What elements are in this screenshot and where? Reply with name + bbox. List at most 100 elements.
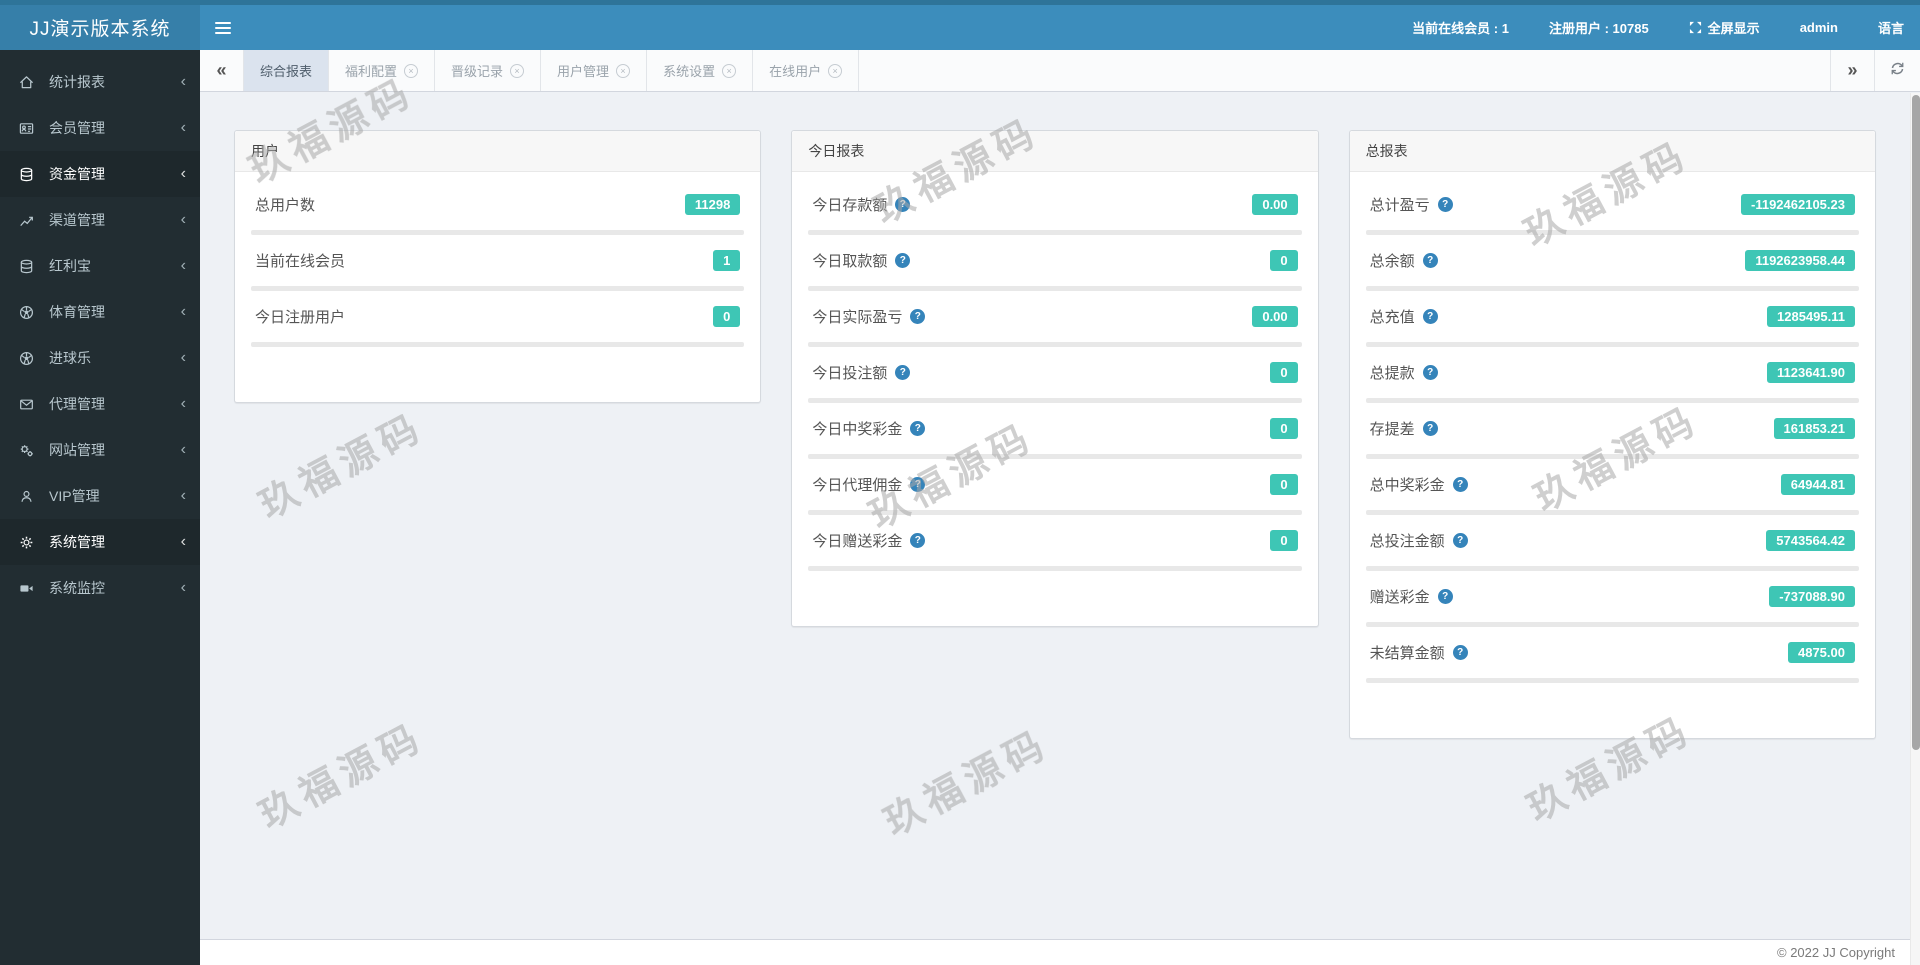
stat-row: 总投注金额 ?5743564.42 <box>1350 515 1875 566</box>
stat-value-badge: 0 <box>1270 250 1297 271</box>
sidebar-item-system-monitor[interactable]: 系统监控 ‹ <box>0 565 200 611</box>
sidebar-item-member-mgmt[interactable]: 会员管理 ‹ <box>0 105 200 151</box>
stat-row: 今日取款额 ? 0 <box>792 235 1317 286</box>
tab-system-settings[interactable]: 系统设置 × <box>647 50 753 91</box>
tab-user-mgmt[interactable]: 用户管理 × <box>541 50 647 91</box>
sidebar-item-vip-mgmt[interactable]: VIP管理 ‹ <box>0 473 200 519</box>
chevron-left-icon: ‹ <box>181 74 186 90</box>
stat-label: 总计盈亏 <box>1370 194 1430 215</box>
stat-label: 总余额 <box>1370 250 1415 271</box>
help-icon[interactable]: ? <box>1423 365 1438 380</box>
tab-close-icon[interactable]: × <box>510 64 524 78</box>
tab-promotion-records[interactable]: 晋级记录 × <box>435 50 541 91</box>
chevron-left-icon: ‹ <box>181 166 186 182</box>
stat-value-badge: -737088.90 <box>1769 586 1855 607</box>
sidebar-item-label: 系统监控 <box>49 578 105 598</box>
sidebar-item-channel-mgmt[interactable]: 渠道管理 ‹ <box>0 197 200 243</box>
sidebar-menu: 统计报表 ‹ 会员管理 ‹ 资金管理 ‹ 渠道管理 ‹ 红利宝 ‹ 体育管理 ‹… <box>0 50 200 965</box>
stat-value-badge: 161853.21 <box>1774 418 1855 439</box>
stat-row: 今日赠送彩金 ?0 <box>792 515 1317 566</box>
stat-label: 总用户数 <box>255 194 315 215</box>
help-icon[interactable]: ? <box>1423 253 1438 268</box>
stat-value-badge: 1192623958.44 <box>1745 250 1855 271</box>
sidebar-item-agent-mgmt[interactable]: 代理管理 ‹ <box>0 381 200 427</box>
refresh-icon <box>1890 61 1905 81</box>
tab-label: 在线用户 <box>769 61 821 80</box>
tab-composite-report[interactable]: 综合报表 <box>244 50 329 91</box>
soccer-icon <box>19 305 42 320</box>
envelope-icon <box>19 397 42 412</box>
chevron-left-icon: ‹ <box>181 580 186 596</box>
row-divider <box>808 566 1301 571</box>
sidebar-item-label: 代理管理 <box>49 394 105 414</box>
help-icon[interactable]: ? <box>1438 197 1453 212</box>
fullscreen-button[interactable]: 全屏显示 <box>1669 5 1780 50</box>
sidebar-item-site-mgmt[interactable]: 网站管理 ‹ <box>0 427 200 473</box>
stat-label: 今日取款额 <box>812 250 887 271</box>
help-icon[interactable]: ? <box>895 253 910 268</box>
help-icon[interactable]: ? <box>1453 533 1468 548</box>
fullscreen-label: 全屏显示 <box>1708 18 1760 37</box>
tab-close-icon[interactable]: × <box>722 64 736 78</box>
scrollbar-thumb[interactable] <box>1912 95 1920 750</box>
sidebar-item-system-mgmt[interactable]: 系统管理 ‹ <box>0 519 200 565</box>
user-menu[interactable]: admin <box>1780 5 1858 50</box>
tab-close-icon[interactable]: × <box>828 64 842 78</box>
fullscreen-icon <box>1689 21 1702 34</box>
tab-bar-right-controls: » <box>1830 50 1920 91</box>
chevron-left-icon: ‹ <box>181 534 186 550</box>
scroll-tabs-right-button[interactable]: » <box>1830 50 1874 91</box>
sidebar-item-goal-fun[interactable]: 进球乐 ‹ <box>0 335 200 381</box>
tab-label: 晋级记录 <box>451 61 503 80</box>
video-camera-icon <box>19 581 42 596</box>
copyright-text: © 2022 JJ Copyright <box>1777 945 1895 960</box>
row-divider <box>251 342 744 347</box>
help-icon[interactable]: ? <box>1423 309 1438 324</box>
sidebar-item-bonus-treasure[interactable]: 红利宝 ‹ <box>0 243 200 289</box>
stat-label: 存提差 <box>1370 418 1415 439</box>
stat-value-badge: 0.00 <box>1252 306 1297 327</box>
vertical-scrollbar[interactable] <box>1910 93 1920 965</box>
sidebar-toggle-button[interactable] <box>200 5 246 50</box>
chevron-left-icon: ‹ <box>181 488 186 504</box>
stat-row: 总余额 ? 1192623958.44 <box>1350 235 1875 286</box>
stat-row: 总提款 ?1123641.90 <box>1350 347 1875 398</box>
help-icon[interactable]: ? <box>910 421 925 436</box>
tab-close-icon[interactable]: × <box>616 64 630 78</box>
sidebar-item-sports-mgmt[interactable]: 体育管理 ‹ <box>0 289 200 335</box>
refresh-tab-button[interactable] <box>1874 50 1920 91</box>
language-menu[interactable]: 语言 <box>1858 5 1920 50</box>
help-icon[interactable]: ? <box>895 365 910 380</box>
brand-logo[interactable]: JJ演示版本系统 <box>0 5 200 50</box>
help-icon[interactable]: ? <box>1453 477 1468 492</box>
tab-list: 综合报表 福利配置 × 晋级记录 × 用户管理 × 系统设置 × 在线用户 × <box>244 50 859 91</box>
help-icon[interactable]: ? <box>910 309 925 324</box>
stat-label: 今日赠送彩金 <box>812 530 902 551</box>
database-icon <box>19 167 42 182</box>
user-icon <box>19 489 42 504</box>
stat-value-badge: -1192462105.23 <box>1741 194 1855 215</box>
scroll-tabs-left-button[interactable]: « <box>200 50 244 91</box>
gears-icon <box>19 443 42 458</box>
stat-label: 总投注金额 <box>1370 530 1445 551</box>
help-icon[interactable]: ? <box>1453 645 1468 660</box>
help-icon[interactable]: ? <box>1438 589 1453 604</box>
stat-value-badge: 0 <box>1270 474 1297 495</box>
panel-body: 总计盈亏 ?-1192462105.23 总余额 ?1192623958.44 … <box>1350 172 1875 738</box>
sidebar-item-label: 渠道管理 <box>49 210 105 230</box>
chevron-left-icon: ‹ <box>181 258 186 274</box>
tab-label: 福利配置 <box>345 61 397 80</box>
stat-label: 总提款 <box>1370 362 1415 383</box>
help-icon[interactable]: ? <box>910 477 925 492</box>
help-icon[interactable]: ? <box>895 197 910 212</box>
tab-close-icon[interactable]: × <box>404 64 418 78</box>
tab-online-users[interactable]: 在线用户 × <box>753 50 859 91</box>
help-icon[interactable]: ? <box>910 533 925 548</box>
stat-label: 今日注册用户 <box>255 306 345 327</box>
help-icon[interactable]: ? <box>1423 421 1438 436</box>
sidebar-item-funds-mgmt[interactable]: 资金管理 ‹ <box>0 151 200 197</box>
sidebar-item-label: 红利宝 <box>49 256 91 276</box>
stat-label: 当前在线会员 <box>255 250 345 271</box>
tab-welfare-config[interactable]: 福利配置 × <box>329 50 435 91</box>
sidebar-item-stats-report[interactable]: 统计报表 ‹ <box>0 59 200 105</box>
